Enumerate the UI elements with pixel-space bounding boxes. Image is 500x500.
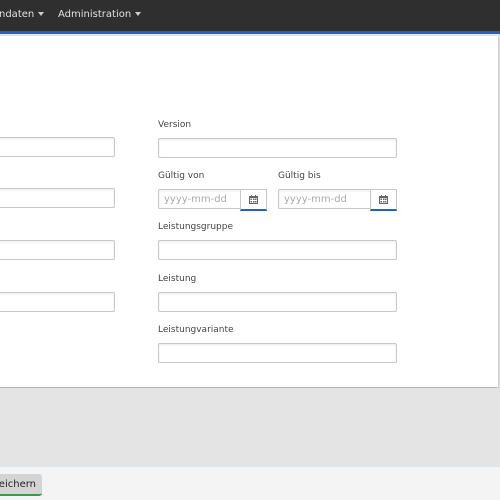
leistungvariante-input[interactable]: [158, 343, 397, 363]
nav-label: ndaten: [0, 9, 35, 20]
calendar-icon: [249, 195, 258, 204]
footer-bar: peichern: [0, 467, 500, 500]
gueltig-bis-input[interactable]: yyyy-mm-dd: [278, 189, 397, 211]
caret-down-icon: [38, 12, 45, 16]
left-field-1[interactable]: [0, 137, 115, 157]
gueltig-bis-label: Gültig bis: [278, 171, 321, 181]
version-input[interactable]: [158, 138, 397, 158]
leistungsgruppe-label: Leistungsgruppe: [158, 222, 234, 232]
nav-menu-administration[interactable]: Administration: [58, 9, 142, 20]
nav-menu-stammdaten[interactable]: ndaten: [0, 9, 45, 20]
left-field-2[interactable]: [0, 188, 115, 208]
nav-label: Administration: [58, 9, 132, 20]
caret-down-icon: [135, 12, 142, 16]
version-label: Version: [158, 120, 192, 130]
calendar-icon: [379, 195, 388, 204]
placeholder: yyyy-mm-dd: [284, 194, 347, 205]
gueltig-bis-calendar-button[interactable]: [370, 189, 397, 211]
gueltig-von-label: Gültig von: [158, 171, 205, 181]
save-button[interactable]: peichern: [0, 474, 42, 496]
leistungvariante-label: Leistungvariante: [158, 325, 234, 335]
form-panel: [0, 36, 498, 387]
leistungsgruppe-input[interactable]: [158, 240, 397, 260]
navbar: ndaten Administration: [0, 0, 500, 34]
gueltig-von-input[interactable]: yyyy-mm-dd: [158, 189, 267, 211]
left-field-3[interactable]: [0, 240, 115, 260]
leistung-input[interactable]: [158, 292, 397, 312]
gueltig-von-calendar-button[interactable]: [240, 189, 267, 211]
placeholder: yyyy-mm-dd: [164, 194, 227, 205]
left-field-4[interactable]: [0, 292, 115, 312]
content-background: [0, 388, 500, 467]
leistung-label: Leistung: [158, 274, 197, 284]
